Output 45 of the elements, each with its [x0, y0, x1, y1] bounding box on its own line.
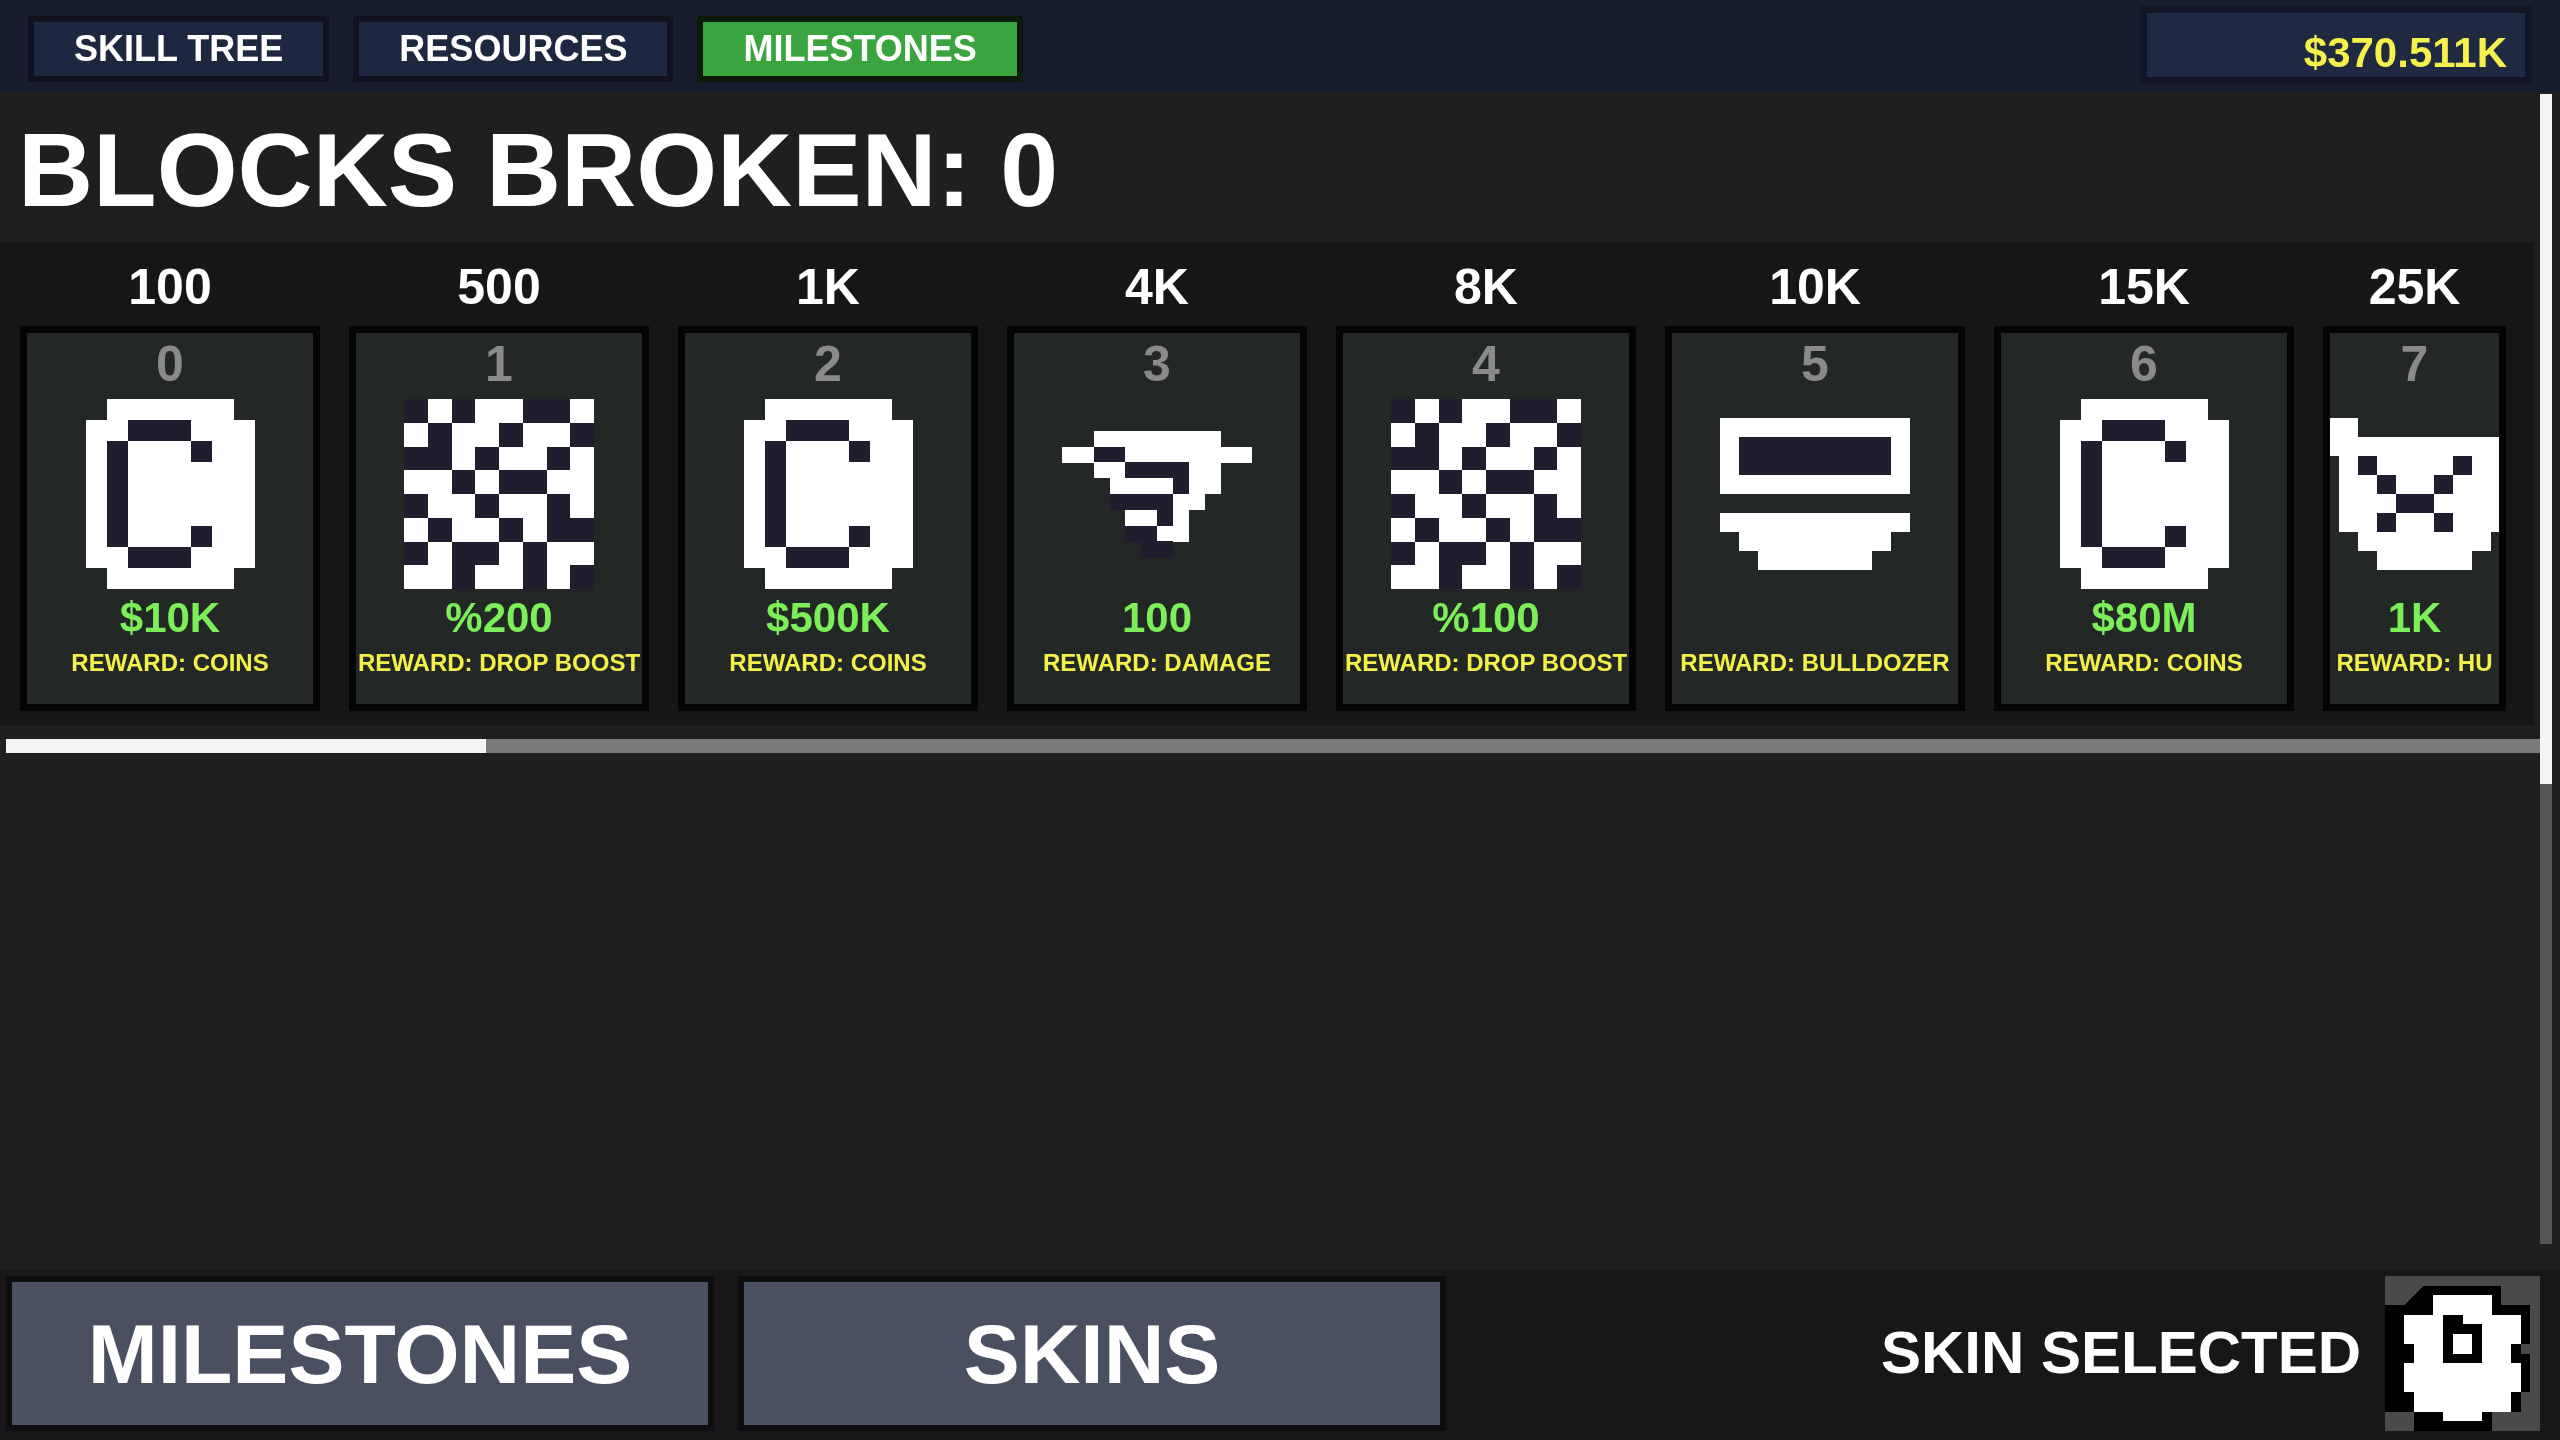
reward-label: REWARD: HU: [2336, 651, 2493, 675]
scroll-thumb[interactable]: [2540, 94, 2552, 784]
tab[interactable]: SKILL TREE: [28, 16, 330, 82]
reward-amount: $80M: [2091, 597, 2197, 639]
reward-amount: $10K: [119, 597, 221, 639]
milestone-number: 0: [156, 339, 184, 389]
milestone-threshold: 4K: [1124, 262, 1190, 312]
reward-amount: %200: [445, 597, 553, 639]
milestone-threshold: 10K: [1768, 262, 1862, 312]
balance-display: $370.511K: [2140, 6, 2532, 84]
reward-label: REWARD: DAMAGE: [1043, 651, 1271, 675]
reward-label: REWARD: BULLDOZER: [1680, 651, 1950, 675]
milestone-number: 1: [485, 339, 513, 389]
milestone-number: 2: [814, 339, 842, 389]
reward-amount: %100: [1432, 597, 1540, 639]
menu-button[interactable]: SKINS: [738, 1276, 1446, 1431]
reward-label: REWARD: DROP BOOST: [1344, 651, 1628, 675]
milestone-number: 5: [1801, 339, 1829, 389]
scroll-thumb[interactable]: [6, 739, 486, 753]
blocks-broken-title: BLOCKS BROKEN: 0: [17, 111, 1059, 230]
milestone-threshold: 15K: [2097, 262, 2191, 312]
reward-label: REWARD: DROP BOOST: [357, 651, 641, 675]
reward-amount: 100: [1121, 597, 1193, 639]
reward-label: REWARD: COINS: [729, 651, 927, 675]
skin-icon[interactable]: [2385, 1275, 2540, 1431]
reward-amount: $500K: [766, 597, 890, 639]
milestone-threshold: 500: [456, 262, 542, 312]
reward-label: REWARD: COINS: [71, 651, 269, 675]
milestone-number: 4: [1472, 339, 1500, 389]
milestone-number: 7: [2400, 339, 2429, 389]
reward-label: REWARD: COINS: [2045, 651, 2243, 675]
milestone-threshold: 8K: [1453, 262, 1519, 312]
tab[interactable]: RESOURCES: [353, 16, 674, 82]
milestone-threshold: 100: [127, 262, 213, 312]
vertical-scrollbar[interactable]: [2540, 94, 2552, 1244]
milestone-threshold: 1K: [795, 262, 861, 312]
reward-amount: 1K: [2387, 597, 2442, 639]
menu-button[interactable]: MILESTONES: [6, 1276, 714, 1431]
checkered-gem-icon: [1391, 399, 1581, 589]
checkered-gem-icon: [404, 399, 594, 589]
horizontal-scrollbar[interactable]: [6, 739, 2542, 753]
skin-selected-label: SKIN SELECTED: [1880, 1318, 2361, 1388]
milestone-number: 6: [2130, 339, 2158, 389]
milestone-number: 3: [1143, 339, 1171, 389]
milestone-threshold: 25K: [2367, 262, 2462, 312]
